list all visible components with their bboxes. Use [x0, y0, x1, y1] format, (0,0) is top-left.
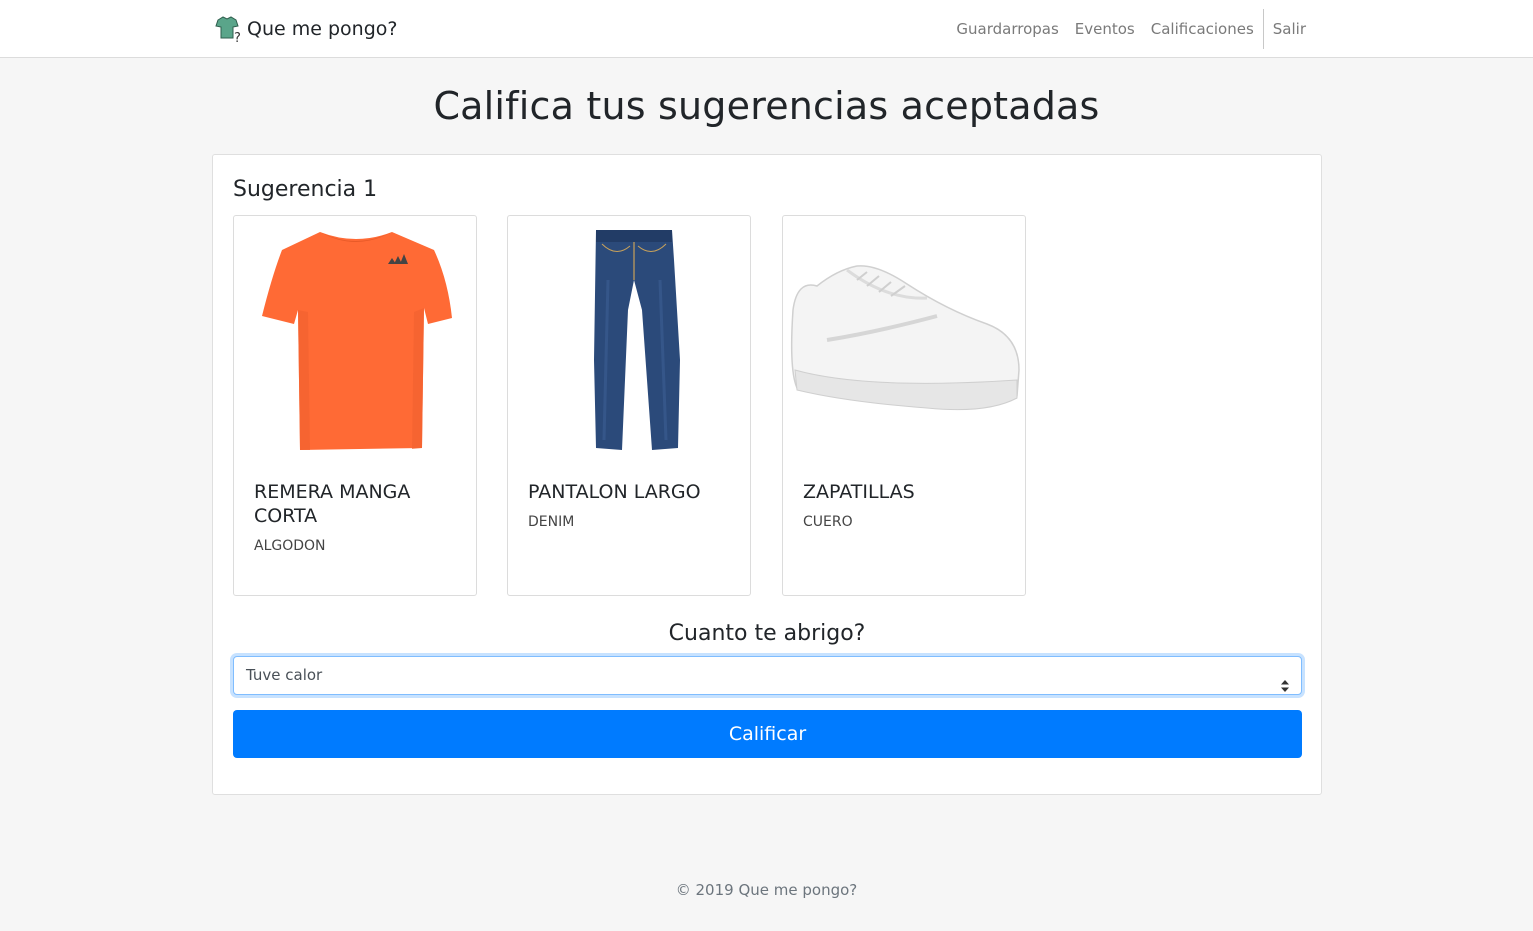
- card-body: REMERA MANGA CORTA ALGODON: [254, 480, 464, 554]
- garment-name: PANTALON LARGO: [528, 481, 701, 503]
- calificar-button[interactable]: Calificar: [233, 710, 1302, 758]
- select-arrows-icon: [1281, 669, 1289, 692]
- logout-link[interactable]: Salir: [1265, 20, 1314, 38]
- shirt-question-icon: ?: [212, 14, 244, 46]
- suggestion-title: Sugerencia 1: [233, 177, 378, 202]
- navbar: ? Que me pongo? Guardarropas Eventos Cal…: [0, 0, 1533, 58]
- garment-material: CUERO: [803, 514, 853, 530]
- warmth-select[interactable]: Tuve calor: [233, 656, 1302, 695]
- card-body: ZAPATILLAS CUERO: [803, 480, 1013, 530]
- garment-material: DENIM: [528, 514, 575, 530]
- warmth-select-value: Tuve calor: [246, 666, 323, 684]
- white-sneaker-image: [787, 220, 1023, 456]
- nav-eventos[interactable]: Eventos: [1067, 20, 1143, 38]
- garment-name: ZAPATILLAS: [803, 481, 915, 503]
- nav-calificaciones[interactable]: Calificaciones: [1143, 20, 1262, 38]
- brand-name: Que me pongo?: [247, 18, 398, 40]
- svg-text:?: ?: [234, 31, 241, 44]
- orange-tshirt-image: [238, 220, 474, 456]
- nav-guardarropas[interactable]: Guardarropas: [948, 20, 1066, 38]
- nav-links: Guardarropas Eventos Calificaciones Sali…: [948, 0, 1314, 58]
- warmth-question: Cuanto te abrigo?: [668, 621, 866, 646]
- suggestion-panel: Sugerencia 1 REMERA MANGA CORTA ALGODON: [212, 154, 1322, 795]
- garment-name: REMERA MANGA CORTA: [254, 481, 411, 527]
- card-body: PANTALON LARGO DENIM: [528, 480, 738, 530]
- brand-link[interactable]: ? Que me pongo?: [212, 14, 398, 46]
- garment-card: ZAPATILLAS CUERO: [782, 215, 1026, 596]
- page-title: Califica tus sugerencias aceptadas: [433, 84, 1100, 128]
- garment-material: ALGODON: [254, 538, 326, 554]
- garment-card: REMERA MANGA CORTA ALGODON: [233, 215, 477, 596]
- nav-divider: [1262, 9, 1264, 49]
- garment-card: PANTALON LARGO DENIM: [507, 215, 751, 596]
- footer-copyright: © 2019 Que me pongo?: [675, 881, 858, 899]
- blue-jeans-image: [512, 220, 748, 456]
